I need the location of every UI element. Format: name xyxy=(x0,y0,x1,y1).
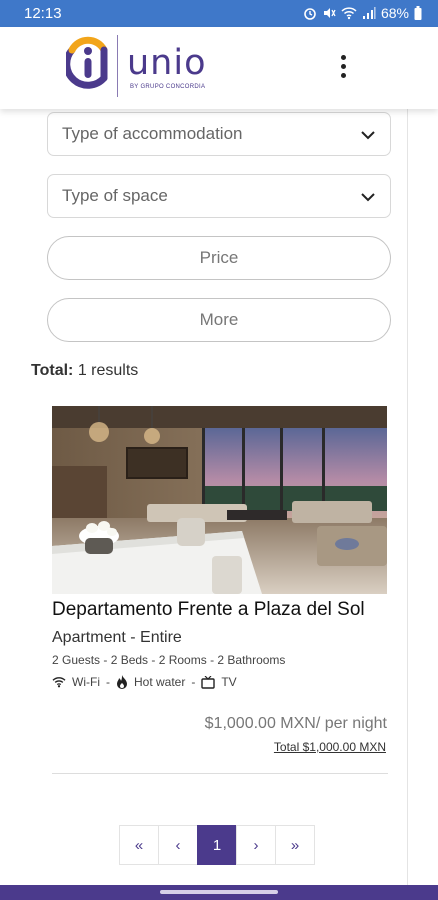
alarm-icon xyxy=(304,8,316,20)
listing-features: 2 Guests - 2 Beds - 2 Rooms - 2 Bathroom… xyxy=(52,653,286,667)
unio-logo-icon[interactable] xyxy=(66,34,110,96)
total-price-link[interactable]: Total $1,000.00 MXN xyxy=(274,740,386,754)
last-page-button[interactable]: » xyxy=(275,825,315,865)
page-1-button[interactable]: 1 xyxy=(197,825,237,865)
amenity-separator: - xyxy=(191,675,196,689)
amenity-hot-water: Hot water xyxy=(116,675,185,689)
wifi-icon xyxy=(52,677,66,688)
listing-amenities: Wi-Fi - Hot water - TV xyxy=(52,675,237,689)
previous-page-button[interactable]: ‹ xyxy=(158,825,198,865)
home-gesture-handle[interactable] xyxy=(160,890,278,894)
search-results-content[interactable]: Type of accommodation Type of space Pric… xyxy=(0,109,438,885)
amenity-label: Wi-Fi xyxy=(72,675,100,689)
next-page-button[interactable]: › xyxy=(236,825,276,865)
listing-title[interactable]: Departamento Frente a Plaza del Sol xyxy=(52,599,365,621)
more-filters-button[interactable]: More xyxy=(47,298,391,342)
app-header: unio BY GRUPO CONCORDIA xyxy=(0,27,438,109)
tv-icon xyxy=(201,675,216,689)
logo-divider xyxy=(117,35,118,97)
amenity-label: TV xyxy=(221,675,237,689)
results-total-label: Total: xyxy=(31,362,74,379)
amenity-separator: - xyxy=(105,675,110,689)
price-filter-button[interactable]: Price xyxy=(47,236,391,280)
accommodation-type-select[interactable]: Type of accommodation xyxy=(47,112,391,156)
content-border xyxy=(407,109,408,885)
system-nav-bar xyxy=(0,885,438,900)
price-per-night: $1,000.00 MXN/ per night xyxy=(204,715,387,732)
battery-percent: 68% xyxy=(380,5,409,21)
signal-icon xyxy=(362,7,376,19)
amenity-label: Hot water xyxy=(133,675,186,689)
amenity-wifi: Wi-Fi xyxy=(52,675,100,689)
chevron-down-icon xyxy=(361,131,375,140)
status-icons: 68% xyxy=(303,5,422,21)
status-bar: 12:13 68% xyxy=(0,0,438,27)
flame-icon xyxy=(116,675,127,689)
brand-subtitle: BY GRUPO CONCORDIA xyxy=(130,84,206,90)
first-page-button[interactable]: « xyxy=(119,825,159,865)
results-total-count: 1 results xyxy=(77,362,139,379)
results-total: Total: 1 results xyxy=(31,362,138,380)
status-time: 12:13 xyxy=(24,5,62,22)
amenity-tv: TV xyxy=(201,675,237,689)
chevron-down-icon xyxy=(361,193,375,202)
brand-name: unio xyxy=(127,43,207,83)
listing-type: Apartment - Entire xyxy=(52,629,182,646)
more-options-icon[interactable] xyxy=(332,51,354,81)
listing-divider xyxy=(52,773,388,774)
accommodation-type-placeholder: Type of accommodation xyxy=(62,124,243,143)
space-type-placeholder: Type of space xyxy=(62,186,168,205)
space-type-select[interactable]: Type of space xyxy=(47,174,391,218)
mute-icon xyxy=(323,8,336,18)
pagination: « ‹ 1 › » xyxy=(119,825,315,865)
wifi-status-icon xyxy=(341,7,357,20)
listing-photo[interactable] xyxy=(52,406,387,594)
battery-icon xyxy=(414,6,422,20)
